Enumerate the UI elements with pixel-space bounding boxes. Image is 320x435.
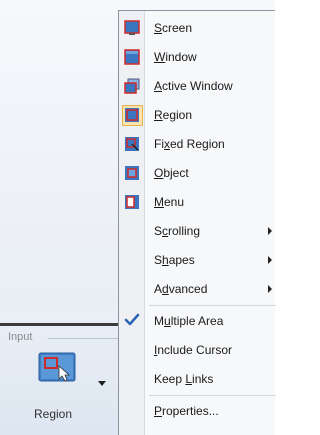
chevron-right-icon xyxy=(268,285,272,293)
chevron-down-icon[interactable] xyxy=(98,381,106,386)
region-button-label: Region xyxy=(34,407,73,421)
menu-item-label: Shapes xyxy=(154,253,195,267)
group-divider xyxy=(48,338,118,339)
checkmark-icon xyxy=(124,313,140,326)
menu-item-screen[interactable]: Screen xyxy=(119,14,276,43)
menu-item-active-window[interactable]: Active Window xyxy=(119,72,276,101)
region-capture-button[interactable]: Region xyxy=(12,346,116,426)
group-label: Input xyxy=(8,331,33,343)
menu-item-label: Window xyxy=(154,50,197,64)
menu-item-label: Object xyxy=(154,166,189,180)
menu-item-fixed-region[interactable]: Fixed Region xyxy=(119,130,276,159)
capture-dropdown-menu: Screen Window Active Window Region Fixed… xyxy=(118,10,276,435)
screen-icon xyxy=(124,20,140,35)
region-capture-icon xyxy=(38,352,76,382)
menu-item-label: Screen xyxy=(154,21,193,35)
menu-item-advanced[interactable]: Advanced xyxy=(119,275,276,304)
menu-item-label: Include Cursor xyxy=(154,343,233,357)
menu-separator xyxy=(149,305,276,306)
menu-item-label: Properties... xyxy=(154,404,219,418)
menu-item-include-cursor[interactable]: Include Cursor xyxy=(119,336,276,365)
menu-item-label: Fixed Region xyxy=(154,137,225,151)
menu-item-multiple-area[interactable]: Multiple Area xyxy=(119,307,276,336)
chevron-right-icon xyxy=(268,227,272,235)
menu-item-keep-links[interactable]: Keep Links xyxy=(119,365,276,394)
menu-icon xyxy=(125,195,139,209)
menu-item-window[interactable]: Window xyxy=(119,43,276,72)
menu-separator xyxy=(149,395,276,396)
ribbon-group-input: Input Region xyxy=(0,326,121,435)
object-icon xyxy=(125,166,139,180)
fixed-region-icon xyxy=(125,137,139,151)
menu-item-region[interactable]: Region xyxy=(119,101,276,130)
chevron-right-icon xyxy=(268,256,272,264)
menu-item-object[interactable]: Object xyxy=(119,159,276,188)
menu-item-label: Menu xyxy=(154,195,185,209)
menu-item-scrolling[interactable]: Scrolling xyxy=(119,217,276,246)
menu-item-properties[interactable]: Properties... xyxy=(119,397,276,426)
menu-item-label: Scrolling xyxy=(154,224,201,238)
menu-item-label: Keep Links xyxy=(154,372,214,386)
menu-item-label: Advanced xyxy=(154,282,208,296)
menu-item-label: Region xyxy=(154,108,193,122)
menu-item-shapes[interactable]: Shapes xyxy=(119,246,276,275)
region-icon xyxy=(125,108,139,122)
menu-item-label: Active Window xyxy=(154,79,233,93)
menu-item-menu[interactable]: Menu xyxy=(119,188,276,217)
active-window-icon xyxy=(124,78,140,94)
window-icon xyxy=(124,49,140,65)
menu-item-label: Multiple Area xyxy=(154,314,224,328)
